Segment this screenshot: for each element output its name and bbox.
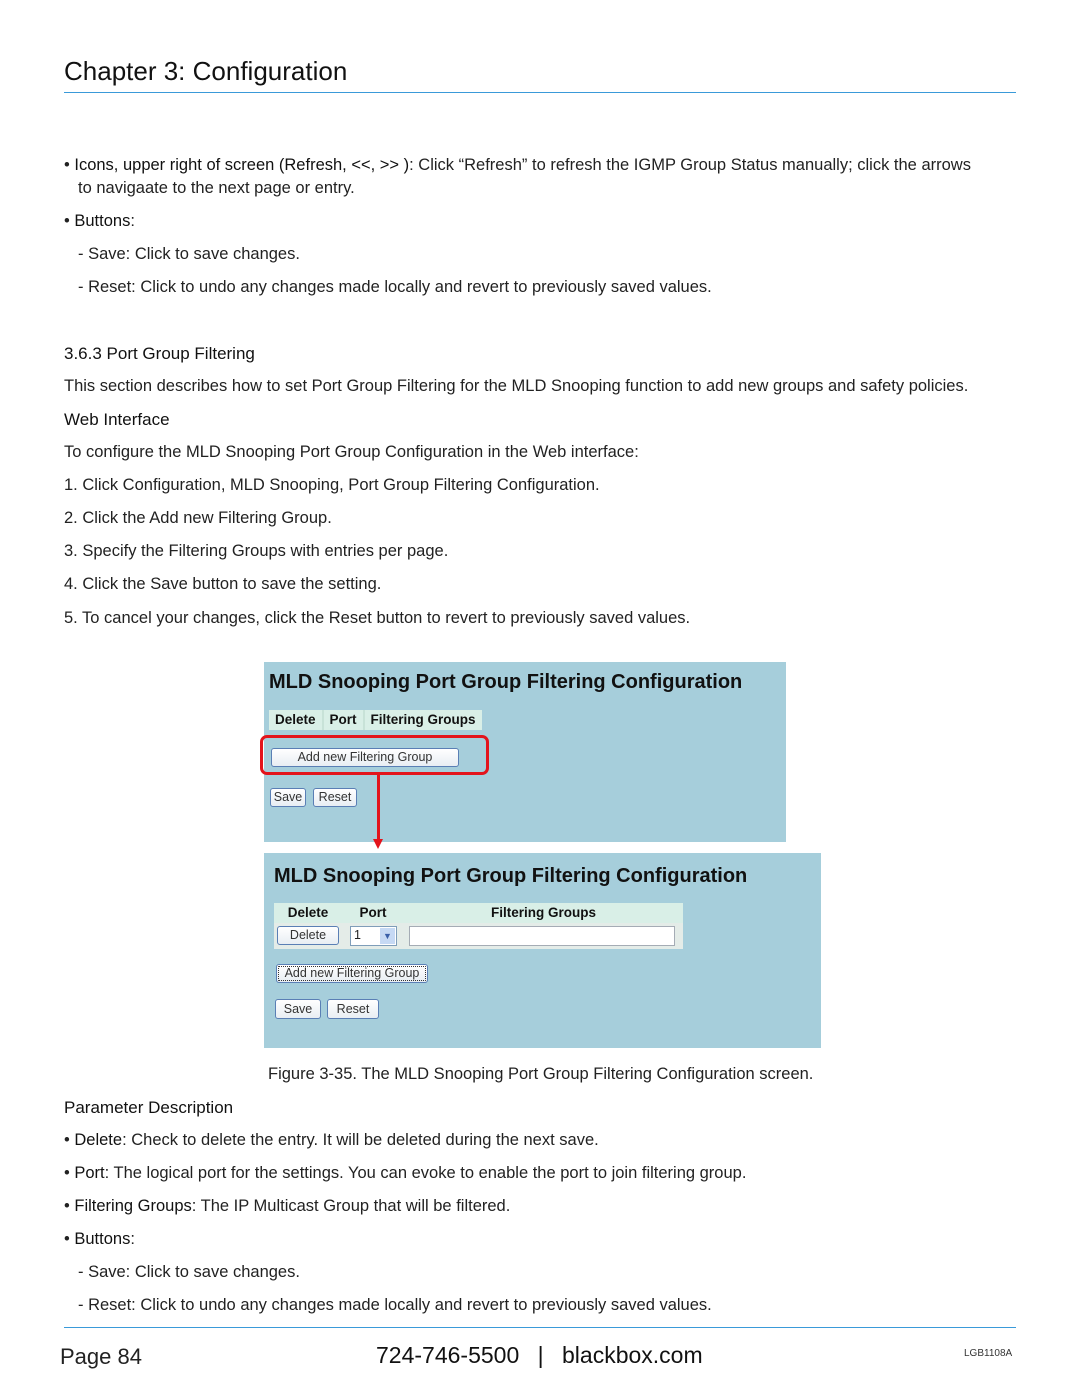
footer-contact: 724-746-5500 | blackbox.com [376,1342,703,1369]
filter-table: Delete Port Filtering Groups Delete 1 ▼ [274,903,683,949]
reset-desc: - Reset: Click to undo any changes made … [78,1296,712,1314]
icons-bullet: • Icons, upper right of screen (Refresh,… [64,156,971,174]
reset-desc: - Reset: Click to undo any changes made … [78,278,712,296]
param-item: • Filtering Groups: The IP Multicast Gro… [64,1197,511,1215]
save-button[interactable]: Save [275,999,321,1019]
section-title: 3.6.3 Port Group Filtering [64,344,255,363]
panel-title: MLD Snooping Port Group Filtering Config… [269,671,743,693]
doc-code: LGB1108A [964,1348,1013,1359]
header-rule [64,92,1016,93]
filtering-groups-input[interactable] [409,926,675,946]
save-desc: - Save: Click to save changes. [78,245,300,263]
step: 4. Click the Save button to save the set… [64,575,382,593]
footer-rule [64,1327,1016,1328]
save-desc: - Save: Click to save changes. [78,1263,300,1281]
reset-button[interactable]: Reset [313,788,357,807]
delete-button[interactable]: Delete [277,926,339,945]
param-title: Parameter Description [64,1098,234,1117]
col-port: Port [359,905,387,920]
step: 1. Click Configuration, MLD Snooping, Po… [64,476,600,494]
icons-bullet-cont: to navigaate to the next page or entry. [78,179,355,197]
save-button[interactable]: Save [270,788,306,807]
section-desc: This section describes how to set Port G… [64,377,969,395]
col-delete: Delete [269,710,324,730]
col-delete: Delete [287,905,329,920]
arrow-head-icon [373,839,383,849]
arrow-line [377,775,380,841]
chapter-title: Chapter 3: Configuration [64,56,348,86]
buttons-bullet: • Buttons: [64,212,135,230]
param-item: • Delete: Check to delete the entry. It … [64,1131,599,1149]
config-panel-after: MLD Snooping Port Group Filtering Config… [264,853,821,1048]
col-port: Port [324,710,365,730]
add-filtering-group-button[interactable]: Add new Filtering Group [276,964,428,983]
section-lead: To configure the MLD Snooping Port Group… [64,443,639,461]
web-interface-heading: Web Interface [64,410,170,429]
col-filtering-groups: Filtering Groups [370,712,476,727]
port-select[interactable]: 1 ▼ [350,926,397,946]
figure-caption: Figure 3-35. The MLD Snooping Port Group… [268,1065,814,1083]
table-header: Delete Port Filtering Groups [269,710,482,730]
panel-title: MLD Snooping Port Group Filtering Config… [274,865,748,887]
phone: 724-746-5500 [376,1342,520,1368]
param-item: • Buttons: [64,1230,135,1248]
highlight-box [260,735,489,775]
step: 5. To cancel your changes, click the Res… [64,609,691,627]
col-filtering-groups: Filtering Groups [490,905,596,920]
step: 2. Click the Add new Filtering Group. [64,509,332,527]
separator: | [537,1342,544,1368]
step: 3. Specify the Filtering Groups with ent… [64,542,449,560]
page-number: Page 84 [60,1344,142,1369]
reset-button[interactable]: Reset [327,999,379,1019]
chevron-down-icon: ▼ [380,928,395,944]
table-header: Delete Port Filtering Groups [274,903,683,923]
param-item: • Port: The logical port for the setting… [64,1164,747,1182]
website-link[interactable]: blackbox.com [562,1342,703,1368]
port-select-value: 1 [354,928,361,942]
